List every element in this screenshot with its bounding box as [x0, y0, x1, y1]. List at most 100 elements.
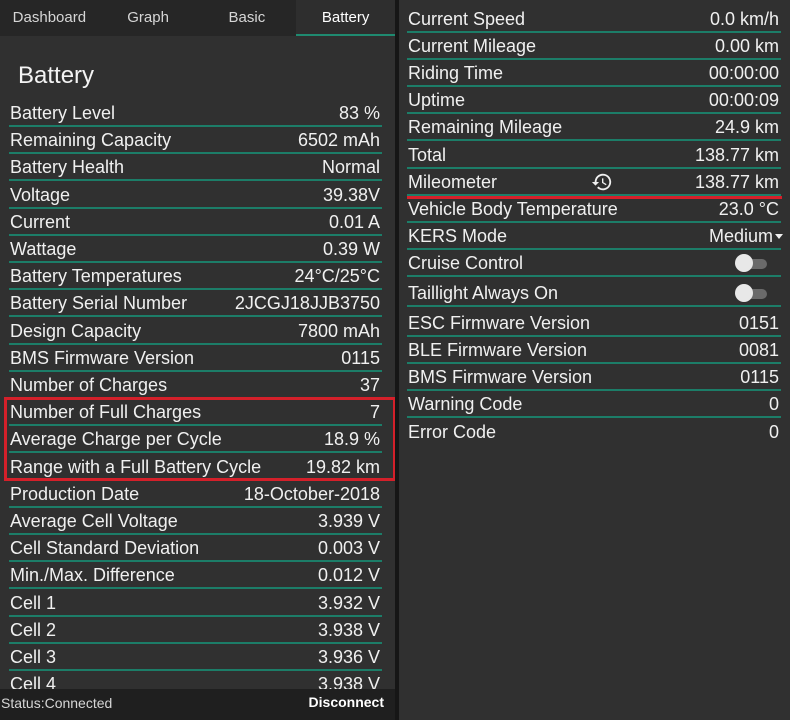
row-value: 138.77 km	[694, 172, 779, 192]
row-value: 0	[768, 394, 779, 414]
row-value: 3.936 V	[317, 647, 380, 667]
row-label: Voltage	[10, 184, 71, 205]
row-label: Cell 2	[10, 619, 57, 640]
row-value: 19.82 km	[305, 456, 380, 477]
battery-panel: Dashboard Graph Basic Battery Battery Ba…	[0, 0, 395, 720]
row-value: 0081	[738, 340, 779, 360]
row-value: 0.003 V	[317, 538, 380, 559]
row-label: Battery Serial Number	[10, 293, 188, 314]
row-cruise-control[interactable]: Cruise Control	[407, 251, 781, 277]
row-label: BLE Firmware Version	[408, 340, 588, 360]
row-design-capacity: Design Capacity 7800 mAh	[9, 319, 382, 345]
row-value: 7800 mAh	[297, 320, 380, 341]
row-value: 37	[359, 375, 380, 395]
row-label: Number of Full Charges	[10, 402, 202, 423]
connection-status: Status:Connected	[1, 695, 113, 711]
row-label: Total	[408, 145, 447, 165]
row-remaining-mileage: Remaining Mileage 24.9 km	[407, 115, 781, 141]
row-label: Cruise Control	[408, 253, 524, 273]
row-label: Average Charge per Cycle	[10, 429, 222, 450]
row-value: 3.932 V	[317, 592, 380, 613]
row-label: Current Speed	[408, 9, 526, 29]
row-total: Total 138.77 km	[407, 143, 781, 169]
row-value: 00:00:09	[708, 90, 779, 110]
row-label: Taillight Always On	[408, 283, 559, 303]
row-label: Cell Standard Deviation	[10, 538, 200, 559]
tab-dashboard[interactable]: Dashboard	[0, 0, 99, 36]
row-label: Battery Level	[10, 103, 116, 123]
row-current-mileage: Current Mileage 0.00 km	[407, 34, 781, 60]
row-wattage: Wattage 0.39 W	[9, 237, 382, 263]
tab-graph[interactable]: Graph	[99, 0, 198, 36]
basic-panel: Current Speed 0.0 km/h Current Mileage 0.00…	[399, 0, 790, 720]
row-cell-standard-deviation: Cell Standard Deviation 0.003 V	[9, 536, 382, 563]
row-current-speed: Current Speed 0.0 km/h	[407, 7, 781, 33]
row-label: Min./Max. Difference	[10, 565, 175, 586]
row-label: Warning Code	[408, 394, 523, 414]
row-value: 6502 mAh	[297, 130, 380, 151]
cruise-control-toggle[interactable]	[735, 254, 769, 272]
row-bms-firmware-version: BMS Firmware Version 0115	[9, 346, 382, 372]
history-icon[interactable]	[591, 171, 613, 193]
row-mileometer: Mileometer 138.77 km	[407, 170, 781, 196]
row-label: Cell 1	[10, 592, 57, 613]
row-voltage: Voltage 39.38V	[9, 183, 382, 209]
row-label: Remaining Capacity	[10, 130, 172, 151]
row-value: 138.77 km	[694, 145, 779, 165]
row-value[interactable]: Medium	[709, 224, 773, 248]
row-label: Battery Temperatures	[10, 266, 182, 287]
row-average-charge-per-cycle: Average Charge per Cycle 18.9 %	[9, 427, 382, 454]
row-label: Error Code	[408, 422, 497, 442]
row-value: 18-October-2018	[243, 483, 380, 504]
row-label: Current Mileage	[408, 36, 537, 56]
tab-battery[interactable]: Battery	[296, 0, 395, 36]
row-value: 0115	[341, 347, 380, 368]
row-label: Design Capacity	[10, 320, 142, 341]
row-label: KERS Mode	[408, 226, 508, 246]
row-label: Vehicle Body Temperature	[408, 199, 618, 219]
row-kers-mode[interactable]: KERS Mode Medium	[407, 224, 783, 250]
tab-basic[interactable]: Basic	[198, 0, 297, 36]
row-error-code: Error Code 0	[407, 420, 781, 444]
row-value: 0.39 W	[322, 239, 380, 259]
status-bar: Status:Connected Disconnect	[0, 689, 395, 720]
row-value: 3.938 V	[317, 619, 380, 640]
row-cell-2: Cell 2 3.938 V	[9, 618, 382, 644]
row-value: 3.939 V	[317, 511, 380, 531]
row-average-cell-voltage: Average Cell Voltage 3.939 V	[9, 509, 382, 535]
disconnect-button[interactable]: Disconnect	[309, 694, 384, 710]
row-number-of-full-charges: Number of Full Charges 7	[9, 400, 382, 427]
row-label: Production Date	[10, 483, 140, 504]
row-remaining-capacity: Remaining Capacity 6502 mAh	[9, 128, 382, 155]
row-value: 0115	[740, 367, 779, 387]
row-battery-level: Battery Level 83 %	[9, 101, 382, 127]
row-bms-firmware-version: BMS Firmware Version 0115	[407, 365, 781, 391]
row-label: ESC Firmware Version	[408, 313, 591, 333]
row-label: Cell 3	[10, 647, 57, 667]
row-riding-time: Riding Time 00:00:00	[407, 61, 781, 87]
row-vehicle-body-temperature: Vehicle Body Temperature 23.0 °C	[407, 197, 781, 223]
row-cell-1: Cell 1 3.932 V	[9, 591, 382, 617]
row-value: 7	[369, 402, 380, 423]
row-value: 0.00 km	[714, 36, 779, 56]
row-label: Average Cell Voltage	[10, 511, 178, 531]
row-value: Normal	[321, 157, 380, 178]
row-value: 0.012 V	[317, 565, 380, 586]
row-min-max-difference: Min./Max. Difference 0.012 V	[9, 563, 382, 590]
row-ble-firmware-version: BLE Firmware Version 0081	[407, 338, 781, 364]
dropdown-arrow-icon[interactable]	[775, 234, 783, 239]
row-value: 2JCGJ18JJB3750	[234, 293, 380, 314]
row-battery-temperatures: Battery Temperatures 24°C/25°C	[9, 264, 382, 291]
tab-bar: Dashboard Graph Basic Battery	[0, 0, 395, 36]
row-uptime: Uptime 00:00:09	[407, 88, 781, 114]
row-battery-health: Battery Health Normal	[9, 155, 382, 182]
row-value: 24°C/25°C	[294, 266, 380, 287]
taillight-always-on-toggle[interactable]	[735, 284, 769, 302]
row-value: 23.0 °C	[718, 199, 779, 219]
row-label: BMS Firmware Version	[10, 347, 195, 368]
row-value: 0	[768, 422, 779, 442]
row-value: 0151	[738, 313, 779, 333]
row-esc-firmware-version: ESC Firmware Version 0151	[407, 311, 781, 337]
row-label: Uptime	[408, 90, 466, 110]
row-taillight-always-on[interactable]: Taillight Always On	[407, 281, 781, 307]
